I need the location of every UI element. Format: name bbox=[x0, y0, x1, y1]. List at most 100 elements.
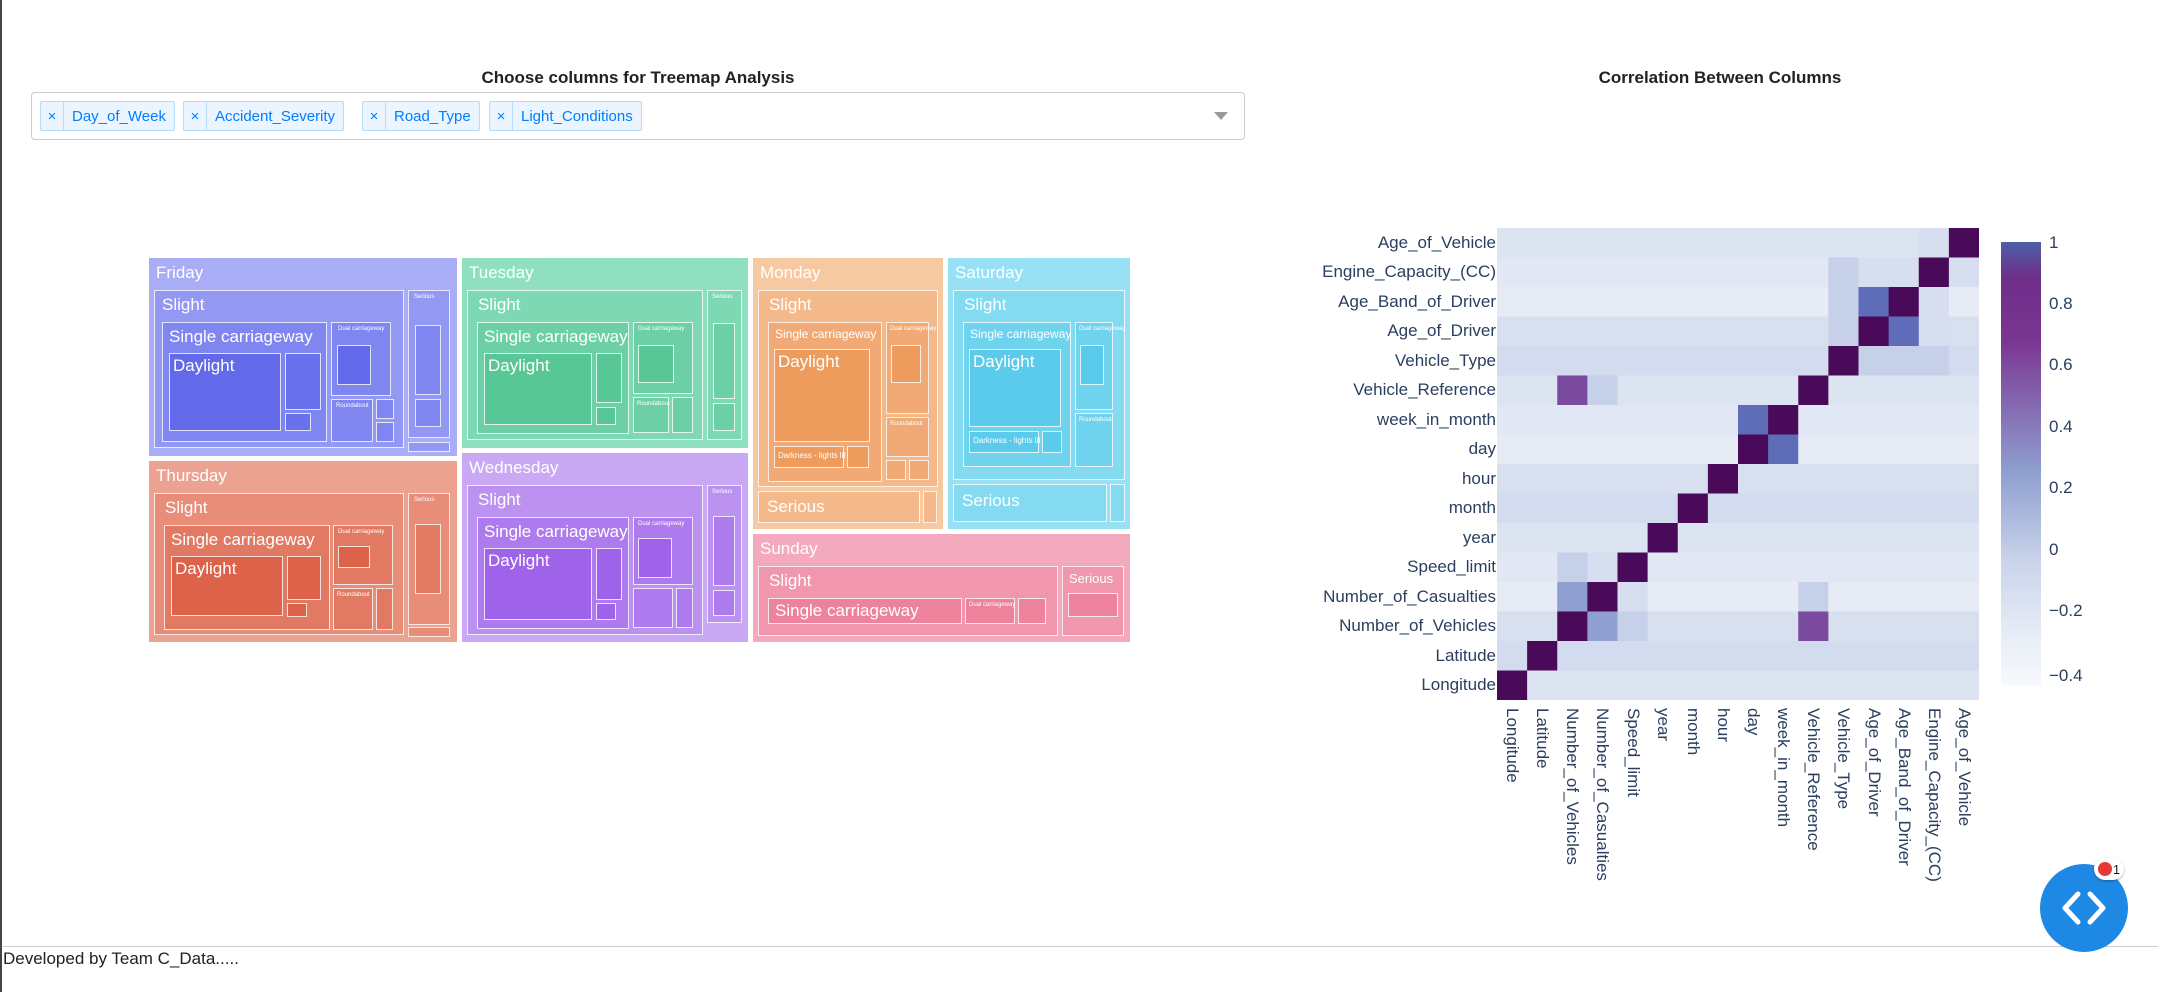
tile-dual-carriageway[interactable]: Dual carriageway bbox=[886, 322, 936, 414]
tile-dual-carriageway[interactable]: Dual carriageway bbox=[965, 598, 1015, 624]
heatmap-cell[interactable] bbox=[1738, 228, 1769, 258]
tile-daylight[interactable]: Daylight bbox=[774, 349, 870, 442]
tile-small[interactable] bbox=[596, 407, 616, 425]
heatmap-cell[interactable] bbox=[1828, 287, 1859, 317]
tile-small[interactable] bbox=[676, 588, 693, 628]
heatmap-cell[interactable] bbox=[1768, 405, 1799, 435]
tile-roundabout[interactable]: Roundabout bbox=[331, 399, 373, 442]
tile-small[interactable] bbox=[713, 516, 735, 586]
heatmap-cell[interactable] bbox=[1647, 493, 1679, 524]
heatmap-cell[interactable] bbox=[1768, 228, 1799, 258]
heatmap-cell[interactable] bbox=[1497, 641, 1528, 671]
heatmap-cell[interactable] bbox=[1557, 257, 1588, 288]
heatmap-cell[interactable] bbox=[1527, 641, 1558, 671]
heatmap-cell[interactable] bbox=[1858, 670, 1890, 701]
heatmap-cell[interactable] bbox=[1888, 641, 1920, 671]
heatmap-cell[interactable] bbox=[1587, 434, 1618, 465]
treemap-tile-thursday[interactable]: Thursday Slight Single carriageway Dayli… bbox=[149, 461, 457, 642]
heatmap-cell[interactable] bbox=[1587, 641, 1618, 671]
heatmap-cell[interactable] bbox=[1647, 552, 1679, 583]
heatmap-cell[interactable] bbox=[1738, 405, 1769, 435]
heatmap-cell[interactable] bbox=[1527, 287, 1558, 317]
heatmap-cell[interactable] bbox=[1738, 375, 1769, 406]
heatmap-cell[interactable] bbox=[1647, 434, 1679, 465]
heatmap-cell[interactable] bbox=[1948, 228, 1979, 258]
remove-icon[interactable]: × bbox=[363, 102, 386, 130]
heatmap-cell[interactable] bbox=[1948, 523, 1979, 553]
heatmap-cell[interactable] bbox=[1768, 523, 1799, 553]
heatmap-cell[interactable] bbox=[1497, 257, 1528, 288]
heatmap-cell[interactable] bbox=[1497, 552, 1528, 583]
heatmap-cell[interactable] bbox=[1918, 228, 1950, 258]
heatmap-cell[interactable] bbox=[1497, 316, 1528, 347]
heatmap-cell[interactable] bbox=[1527, 257, 1558, 288]
heatmap-cell[interactable] bbox=[1707, 464, 1739, 494]
heatmap-cell[interactable] bbox=[1647, 287, 1679, 317]
heatmap-cell[interactable] bbox=[1888, 670, 1920, 701]
tile-darkness-lights-lit[interactable]: Darkness - lights lit bbox=[969, 431, 1041, 453]
heatmap-cell[interactable] bbox=[1948, 405, 1979, 435]
tile-slight[interactable]: Slight Single carriageway Daylight Dual … bbox=[154, 493, 404, 635]
heatmap-cell[interactable] bbox=[1738, 316, 1769, 347]
selected-chip-road-type[interactable]: × Road_Type bbox=[362, 101, 480, 131]
tile-small[interactable] bbox=[1080, 345, 1104, 385]
tile-daylight[interactable]: Daylight bbox=[171, 556, 283, 616]
heatmap-cell[interactable] bbox=[1768, 434, 1799, 465]
heatmap-cell[interactable] bbox=[1707, 670, 1739, 701]
heatmap-cell[interactable] bbox=[1677, 405, 1709, 435]
heatmap-cell[interactable] bbox=[1557, 375, 1588, 406]
heatmap-cell[interactable] bbox=[1647, 316, 1679, 347]
tile-single-carriageway[interactable]: Single carriageway Daylight Darkness - l… bbox=[768, 322, 882, 482]
heatmap-cell[interactable] bbox=[1587, 611, 1618, 642]
tile-small[interactable] bbox=[287, 603, 307, 617]
heatmap-cell[interactable] bbox=[1527, 405, 1558, 435]
heatmap-cell[interactable] bbox=[1497, 582, 1528, 612]
tile-small[interactable] bbox=[1042, 431, 1062, 453]
heatmap-cell[interactable] bbox=[1557, 228, 1588, 258]
heatmap-cell[interactable] bbox=[1617, 434, 1649, 465]
heatmap-cell[interactable] bbox=[1948, 257, 1979, 288]
heatmap-cell[interactable] bbox=[1527, 582, 1558, 612]
heatmap-cell[interactable] bbox=[1948, 346, 1979, 376]
tile-small[interactable] bbox=[376, 588, 393, 630]
heatmap-cell[interactable] bbox=[1617, 523, 1649, 553]
tile-dual-carriageway[interactable]: Dual carriageway bbox=[1075, 322, 1125, 410]
heatmap-cell[interactable] bbox=[1798, 670, 1829, 701]
tile-small[interactable] bbox=[909, 460, 929, 480]
heatmap-cell[interactable] bbox=[1617, 582, 1649, 612]
tile-roundabout[interactable]: Roundabout bbox=[1075, 413, 1113, 467]
heatmap-cell[interactable] bbox=[1828, 434, 1859, 465]
heatmap-cell[interactable] bbox=[1677, 611, 1709, 642]
heatmap-cell[interactable] bbox=[1828, 405, 1859, 435]
heatmap-cell[interactable] bbox=[1707, 316, 1739, 347]
tile-small[interactable] bbox=[1068, 593, 1118, 617]
tile-roundabout[interactable] bbox=[633, 588, 673, 628]
heatmap-cell[interactable] bbox=[1587, 523, 1618, 553]
heatmap-cell[interactable] bbox=[1768, 641, 1799, 671]
tile-serious[interactable]: Serious bbox=[758, 491, 920, 523]
heatmap-cell[interactable] bbox=[1738, 611, 1769, 642]
heatmap-cell[interactable] bbox=[1798, 464, 1829, 494]
heatmap-cell[interactable] bbox=[1828, 257, 1859, 288]
tile-small[interactable] bbox=[1110, 484, 1125, 522]
heatmap-cell[interactable] bbox=[1768, 375, 1799, 406]
heatmap-cell[interactable] bbox=[1497, 405, 1528, 435]
heatmap-cell[interactable] bbox=[1557, 316, 1588, 347]
heatmap-cell[interactable] bbox=[1858, 493, 1890, 524]
tile-small[interactable] bbox=[337, 345, 371, 385]
heatmap-cell[interactable] bbox=[1677, 316, 1709, 347]
heatmap-cell[interactable] bbox=[1798, 493, 1829, 524]
heatmap-cell[interactable] bbox=[1707, 641, 1739, 671]
heatmap-cell[interactable] bbox=[1647, 405, 1679, 435]
heatmap-cell[interactable] bbox=[1798, 316, 1829, 347]
tile-small[interactable] bbox=[638, 345, 674, 383]
heatmap-cell[interactable] bbox=[1798, 257, 1829, 288]
heatmap-cell[interactable] bbox=[1798, 228, 1829, 258]
heatmap-cell[interactable] bbox=[1677, 493, 1709, 524]
heatmap-cell[interactable] bbox=[1768, 287, 1799, 317]
heatmap-cell[interactable] bbox=[1527, 316, 1558, 347]
heatmap-cell[interactable] bbox=[1647, 375, 1679, 406]
heatmap-cell[interactable] bbox=[1617, 228, 1649, 258]
heatmap-cell[interactable] bbox=[1738, 582, 1769, 612]
tile-dual-carriageway[interactable]: Dual carriageway bbox=[633, 517, 693, 585]
